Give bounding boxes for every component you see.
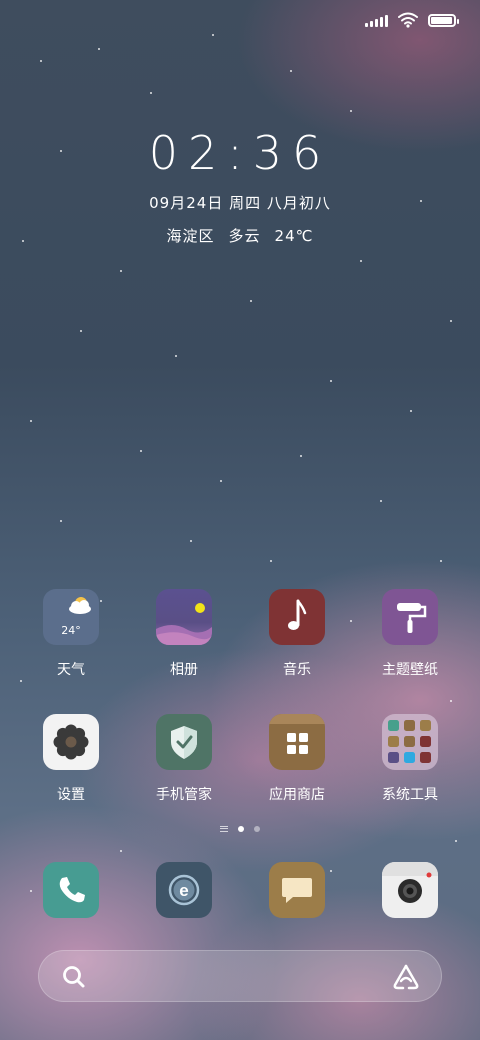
app-folder-system-tools[interactable]: 系统工具: [354, 714, 466, 804]
battery-level: [431, 16, 452, 24]
app-weather[interactable]: 24° 天气: [15, 589, 127, 679]
app-label: 音乐: [283, 662, 311, 678]
app-label: 设置: [57, 787, 85, 803]
app-security[interactable]: 手机管家: [128, 714, 240, 804]
app-label: 应用商店: [269, 787, 325, 803]
page-indicator[interactable]: [0, 826, 480, 832]
assistant-icon[interactable]: [391, 964, 421, 990]
app-store[interactable]: 应用商店: [241, 714, 353, 804]
dock-messages[interactable]: [241, 862, 353, 918]
app-label: 系统工具: [382, 787, 438, 803]
app-themes[interactable]: 主题壁纸: [354, 589, 466, 679]
clock-time[interactable]: 02:36: [0, 126, 480, 180]
app-settings[interactable]: 设置: [15, 714, 127, 804]
phone-icon: [43, 862, 99, 918]
app-music[interactable]: 音乐: [241, 589, 353, 679]
camera-icon: [382, 862, 438, 918]
weather-icon: 24°: [43, 589, 99, 645]
weather-condition: 多云: [228, 227, 261, 245]
dock-phone[interactable]: [15, 862, 127, 918]
folder-icon: [382, 714, 438, 770]
paint-roller-icon: [382, 589, 438, 645]
search-icon[interactable]: [61, 964, 87, 990]
browser-icon: e: [156, 862, 212, 918]
gear-icon: [43, 714, 99, 770]
gallery-icon: [156, 589, 212, 645]
search-bar[interactable]: [38, 950, 442, 1002]
signal-icon: [365, 13, 388, 27]
app-label: 天气: [57, 662, 85, 678]
svg-text:e: e: [179, 881, 188, 900]
clock-date: 09月24日 周四 八月初八: [149, 194, 331, 212]
dock-browser[interactable]: e: [128, 862, 240, 918]
page-dot: [254, 826, 260, 832]
dock-camera[interactable]: [354, 862, 466, 918]
weather-location: 海淀区: [166, 227, 215, 245]
weather-temperature: 24℃: [274, 227, 314, 245]
app-gallery[interactable]: 相册: [128, 589, 240, 679]
status-bar: [365, 10, 459, 30]
app-store-icon: [269, 714, 325, 770]
shield-icon: [156, 714, 212, 770]
battery-icon: [428, 13, 459, 27]
message-icon: [269, 862, 325, 918]
menu-lines-icon: [220, 826, 228, 832]
weather-summary[interactable]: 海淀区 多云 24℃: [0, 225, 480, 246]
app-label: 主题壁纸: [382, 662, 438, 678]
weather-tile-temp: 24°: [61, 624, 81, 637]
app-label: 手机管家: [156, 787, 212, 803]
music-note-icon: [269, 589, 325, 645]
page-dot-active: [238, 826, 244, 832]
app-label: 相册: [170, 662, 198, 678]
wifi-icon: [398, 12, 418, 28]
